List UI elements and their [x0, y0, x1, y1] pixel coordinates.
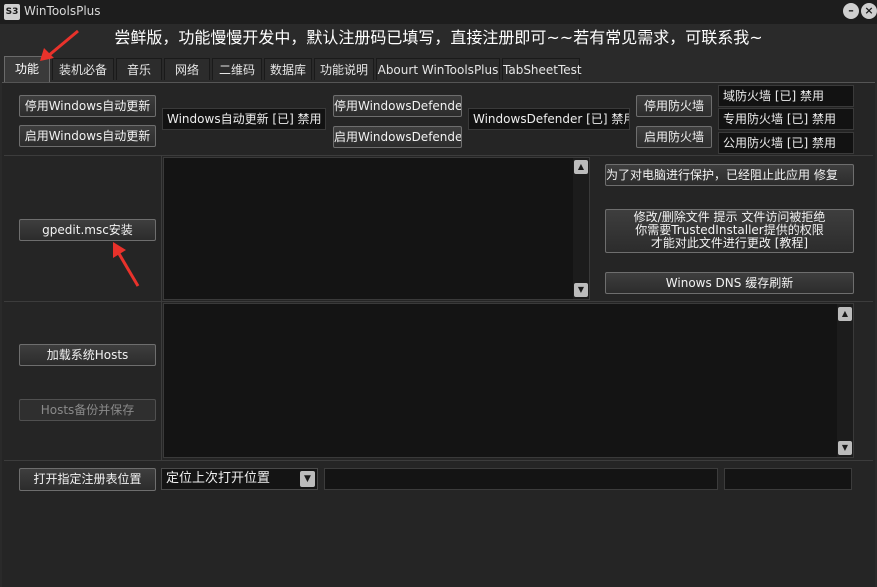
close-button[interactable]: × [861, 3, 877, 19]
scroll-down-icon[interactable]: ▼ [838, 441, 852, 455]
trustedinstaller-line-3: 才能对此文件进行更改 [教程] [650, 236, 809, 250]
enable-defender-button[interactable]: 启用WindowsDefender [333, 126, 462, 148]
dns-flush-button[interactable]: Winows DNS 缓存刷新 [605, 272, 854, 294]
annotation-arrow-icon [40, 29, 79, 61]
defender-status: WindowsDefender [已] 禁用 [468, 108, 630, 130]
tab-database[interactable]: 数据库 [264, 58, 312, 80]
registry-location-value: 定位上次打开位置 [166, 471, 271, 486]
tab-music[interactable]: 音乐 [116, 58, 162, 80]
registry-path-input[interactable] [324, 468, 718, 490]
registry-extra-input[interactable] [724, 468, 852, 490]
chevron-down-icon[interactable]: ▼ [300, 471, 315, 487]
gpedit-log-textarea[interactable]: ▲ ▼ [163, 157, 590, 300]
domain-firewall-status: 域防火墙 [已] 禁用 [718, 85, 854, 107]
hosts-editor-scrollbar[interactable]: ▲ ▼ [837, 304, 853, 457]
backup-hosts-button[interactable]: Hosts备份并保存 [19, 399, 156, 421]
tab-help[interactable]: 功能说明 [314, 58, 374, 80]
protect-fix-button[interactable]: 为了对电脑进行保护，已经阻止此应用 修复 [605, 164, 854, 186]
scroll-up-icon[interactable]: ▲ [838, 307, 852, 321]
window-title: WinToolsPlus [24, 4, 101, 18]
title-bar: S3 WinToolsPlus – × [0, 0, 877, 24]
trustedinstaller-button[interactable]: 修改/删除文件 提示 文件访问被拒绝 你需要TrustedInstaller提供… [605, 209, 854, 253]
enable-firewall-button[interactable]: 启用防火墙 [636, 126, 712, 148]
column-divider [161, 156, 162, 460]
section-divider [4, 301, 873, 302]
tab-tabsheettest[interactable]: TabSheetTest [502, 58, 582, 80]
app-logo-icon: S3 [4, 4, 20, 20]
tab-network[interactable]: 网络 [164, 58, 210, 80]
scroll-down-icon[interactable]: ▼ [574, 283, 588, 297]
annotation-arrow-icon [113, 242, 140, 287]
tab-qrcode[interactable]: 二维码 [212, 58, 262, 80]
load-hosts-button[interactable]: 加载系统Hosts [19, 344, 156, 366]
section-divider [4, 460, 873, 461]
open-registry-button[interactable]: 打开指定注册表位置 [19, 468, 156, 491]
tab-about[interactable]: Abourt WinToolsPlus [376, 58, 500, 80]
section-divider [4, 155, 873, 156]
gpedit-log-scrollbar[interactable]: ▲ ▼ [573, 158, 589, 299]
windows-update-status: Windows自动更新 [已] 禁用 [162, 108, 326, 130]
disable-windows-update-button[interactable]: 停用Windows自动更新 [19, 95, 156, 117]
scroll-up-icon[interactable]: ▲ [574, 160, 588, 174]
registry-location-select[interactable]: 定位上次打开位置 ▼ [161, 468, 318, 490]
disable-defender-button[interactable]: 停用WindowsDefender [333, 95, 462, 117]
enable-windows-update-button[interactable]: 启用Windows自动更新 [19, 125, 156, 147]
disable-firewall-button[interactable]: 停用防火墙 [636, 95, 712, 117]
announcement-text: 尝鲜版，功能慢慢开发中，默认注册码已填写，直接注册即可~~若有常见需求，可联系我… [114, 28, 763, 47]
public-firewall-status: 公用防火墙 [已] 禁用 [718, 132, 854, 154]
private-firewall-status: 专用防火墙 [已] 禁用 [718, 108, 854, 130]
tab-bar: 功能 装机必备 音乐 网络 二维码 数据库 功能说明 Abourt WinToo… [0, 56, 877, 82]
hosts-editor-textarea[interactable]: ▲ ▼ [163, 303, 854, 458]
minimize-button[interactable]: – [843, 3, 859, 19]
